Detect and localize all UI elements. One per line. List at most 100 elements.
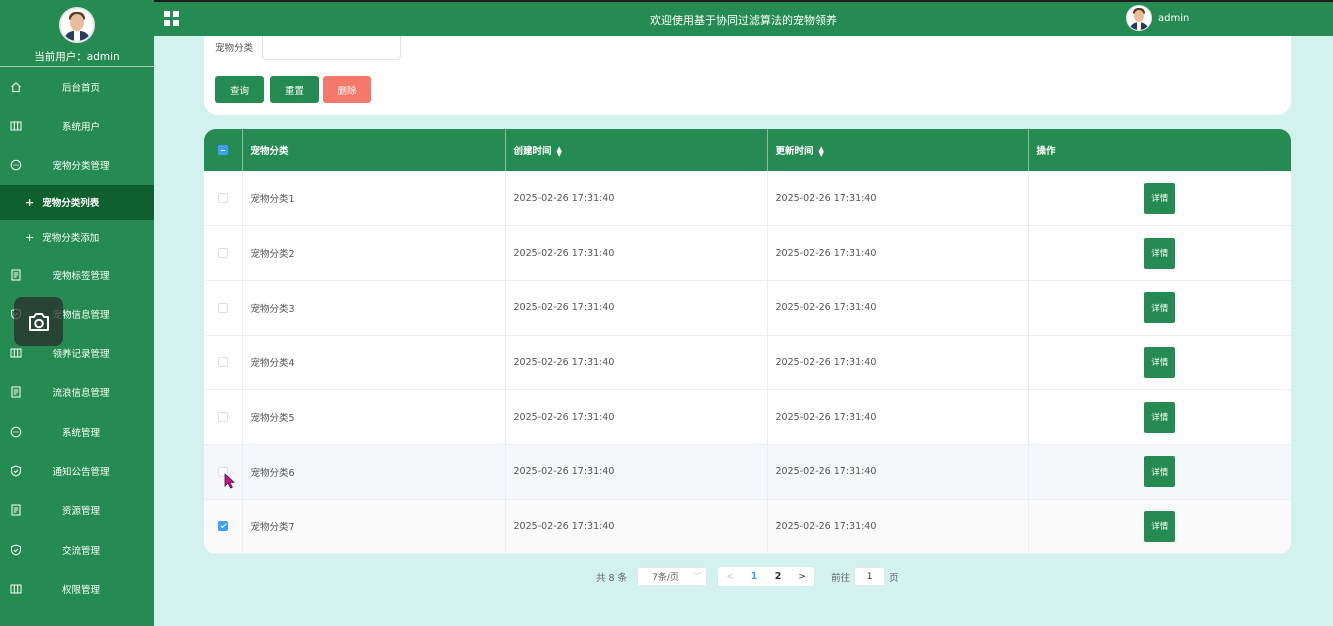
column-header-label: 创建时间 xyxy=(513,146,552,157)
row-checkbox[interactable] xyxy=(217,412,228,423)
page-size-select[interactable]: 7条/页 ﹀ xyxy=(637,567,708,586)
sidebar-item-dashboard[interactable]: 后台首页 xyxy=(0,67,154,106)
sidebar-item-system-users[interactable]: 系统用户 xyxy=(0,106,154,145)
actions-cell: 详情 xyxy=(1028,444,1291,500)
columns-icon xyxy=(10,584,22,594)
created-time-cell: 2025-02-26 17:31:40 xyxy=(505,225,768,281)
column-header-label: 宠物分类 xyxy=(250,146,289,157)
prev-page-button[interactable]: < xyxy=(718,567,743,586)
sidebar-item-label: 权限管理 xyxy=(61,584,100,596)
row-select-cell xyxy=(204,335,243,391)
detail-button[interactable]: 详情 xyxy=(1144,182,1176,214)
detail-button[interactable]: 详情 xyxy=(1144,237,1176,269)
sidebar-item-label: 宠物分类管理 xyxy=(52,161,110,173)
created-time-cell: 2025-02-26 17:31:40 xyxy=(505,499,768,554)
table-row[interactable]: 宠物分类5 2025-02-26 17:31:40 2025-02-26 17:… xyxy=(204,389,1291,445)
reset-button[interactable]: 重置 xyxy=(270,76,319,103)
row-select-cell xyxy=(204,280,243,336)
sidebar-item-resources[interactable]: 资源管理 xyxy=(0,491,154,530)
sidebar-item-stray-info[interactable]: 流浪信息管理 xyxy=(0,373,154,412)
row-select-cell xyxy=(204,444,243,500)
table-row[interactable]: 宠物分类6 2025-02-26 17:31:40 2025-02-26 17:… xyxy=(204,444,1291,500)
table-row[interactable]: 宠物分类1 2025-02-26 17:31:40 2025-02-26 17:… xyxy=(204,171,1291,227)
columns-icon xyxy=(10,121,22,131)
category-name-cell: 宠物分类3 xyxy=(242,280,506,336)
sidebar-item-permissions[interactable]: 权限管理 xyxy=(0,569,154,608)
sidebar-item-label: 流浪信息管理 xyxy=(52,388,110,400)
table-header-row: 宠物分类 创建时间 ▲ ▼ 更新时间 ▲ ▼ 操作 xyxy=(204,129,1291,171)
header-user-menu[interactable]: admin xyxy=(1126,5,1189,31)
search-category-input[interactable] xyxy=(262,36,401,60)
table-row[interactable]: 宠物分类2 2025-02-26 17:31:40 2025-02-26 17:… xyxy=(204,225,1291,281)
sidebar-item-label: 宠物标签管理 xyxy=(52,270,110,282)
updated-time-cell: 2025-02-26 17:31:40 xyxy=(767,225,1029,281)
actions-cell: 详情 xyxy=(1028,499,1291,554)
mouse-cursor-icon xyxy=(224,473,236,489)
actions-cell: 详情 xyxy=(1028,225,1291,281)
sort-icon[interactable]: ▲ ▼ xyxy=(557,145,562,157)
columns-icon xyxy=(10,348,22,358)
delete-button[interactable]: 删除 xyxy=(323,76,371,103)
sort-icon[interactable]: ▲ ▼ xyxy=(819,145,824,157)
sidebar-subitem-pet-category-add[interactable]: + 宠物分类添加 xyxy=(0,220,154,255)
sidebar-subitem-pet-category-list[interactable]: + 宠物分类列表 xyxy=(0,184,154,220)
table-row[interactable]: 宠物分类3 2025-02-26 17:31:40 2025-02-26 17:… xyxy=(204,280,1291,336)
document-icon xyxy=(11,386,21,398)
detail-button[interactable]: 详情 xyxy=(1144,456,1176,488)
goto-page-input[interactable] xyxy=(854,567,886,586)
category-name-cell: 宠物分类1 xyxy=(242,171,506,227)
sidebar-item-pet-tags[interactable]: 宠物标签管理 xyxy=(0,255,154,294)
table-row[interactable]: 宠物分类7 2025-02-26 17:31:40 2025-02-26 17:… xyxy=(204,499,1291,554)
column-header-category: 宠物分类 xyxy=(242,129,506,171)
sidebar-item-communication[interactable]: 交流管理 xyxy=(0,530,154,569)
updated-time-cell: 2025-02-26 17:31:40 xyxy=(767,499,1029,554)
pagination: 共 8 条 7条/页 ﹀ < 1 2 > 前往 页 xyxy=(596,567,899,586)
screenshot-camera-button[interactable] xyxy=(14,297,63,346)
sidebar-item-system-manage[interactable]: 系统管理 xyxy=(0,412,154,451)
document-icon xyxy=(11,269,21,281)
detail-button[interactable]: 详情 xyxy=(1144,401,1176,433)
chevron-right-icon: > xyxy=(798,571,806,582)
row-select-cell xyxy=(204,499,243,554)
user-avatar[interactable] xyxy=(59,7,95,43)
shield-icon xyxy=(11,544,21,556)
document-icon xyxy=(11,504,21,516)
shield-icon xyxy=(11,465,21,477)
chat-icon xyxy=(10,159,22,171)
current-user-name: admin xyxy=(86,51,120,63)
sidebar-item-label: 领养记录管理 xyxy=(52,349,110,361)
row-checkbox-checked[interactable] xyxy=(217,521,228,532)
select-all-checkbox[interactable] xyxy=(217,145,228,155)
camera-icon xyxy=(28,312,49,331)
header-avatar xyxy=(1126,5,1152,31)
page-number-2[interactable]: 2 xyxy=(766,567,791,586)
row-checkbox[interactable] xyxy=(217,357,228,368)
page-unit-label: 页 xyxy=(889,572,899,584)
sidebar-item-label: 系统用户 xyxy=(61,121,100,133)
sidebar-item-pet-category[interactable]: 宠物分类管理 xyxy=(0,146,154,185)
sidebar-item-notices[interactable]: 通知公告管理 xyxy=(0,451,154,490)
detail-button[interactable]: 详情 xyxy=(1144,510,1176,542)
column-header-updated[interactable]: 更新时间 ▲ ▼ xyxy=(767,129,1029,171)
sidebar-item-label: 交流管理 xyxy=(61,545,100,557)
table-row[interactable]: 宠物分类4 2025-02-26 17:31:40 2025-02-26 17:… xyxy=(204,335,1291,391)
category-name-cell: 宠物分类7 xyxy=(242,499,506,554)
page-jumper: 前往 页 xyxy=(831,567,899,586)
column-header-created[interactable]: 创建时间 ▲ ▼ xyxy=(505,129,768,171)
row-checkbox[interactable] xyxy=(217,193,228,204)
sidebar-subitem-label: 宠物分类添加 xyxy=(42,233,100,245)
detail-button[interactable]: 详情 xyxy=(1144,346,1176,378)
row-checkbox[interactable] xyxy=(217,248,228,259)
page-number-1[interactable]: 1 xyxy=(742,567,767,586)
next-page-button[interactable]: > xyxy=(790,567,815,586)
row-select-cell xyxy=(204,225,243,281)
row-checkbox[interactable] xyxy=(217,302,228,313)
updated-time-cell: 2025-02-26 17:31:40 xyxy=(767,335,1029,391)
actions-cell: 详情 xyxy=(1028,389,1291,445)
column-header-label: 操作 xyxy=(1036,146,1056,157)
sidebar-item-label: 资源管理 xyxy=(61,506,100,518)
sidebar-subitem-label: 宠物分类列表 xyxy=(42,198,100,210)
query-button[interactable]: 查询 xyxy=(215,76,264,103)
detail-button[interactable]: 详情 xyxy=(1144,292,1176,324)
column-header-actions: 操作 xyxy=(1028,129,1291,171)
